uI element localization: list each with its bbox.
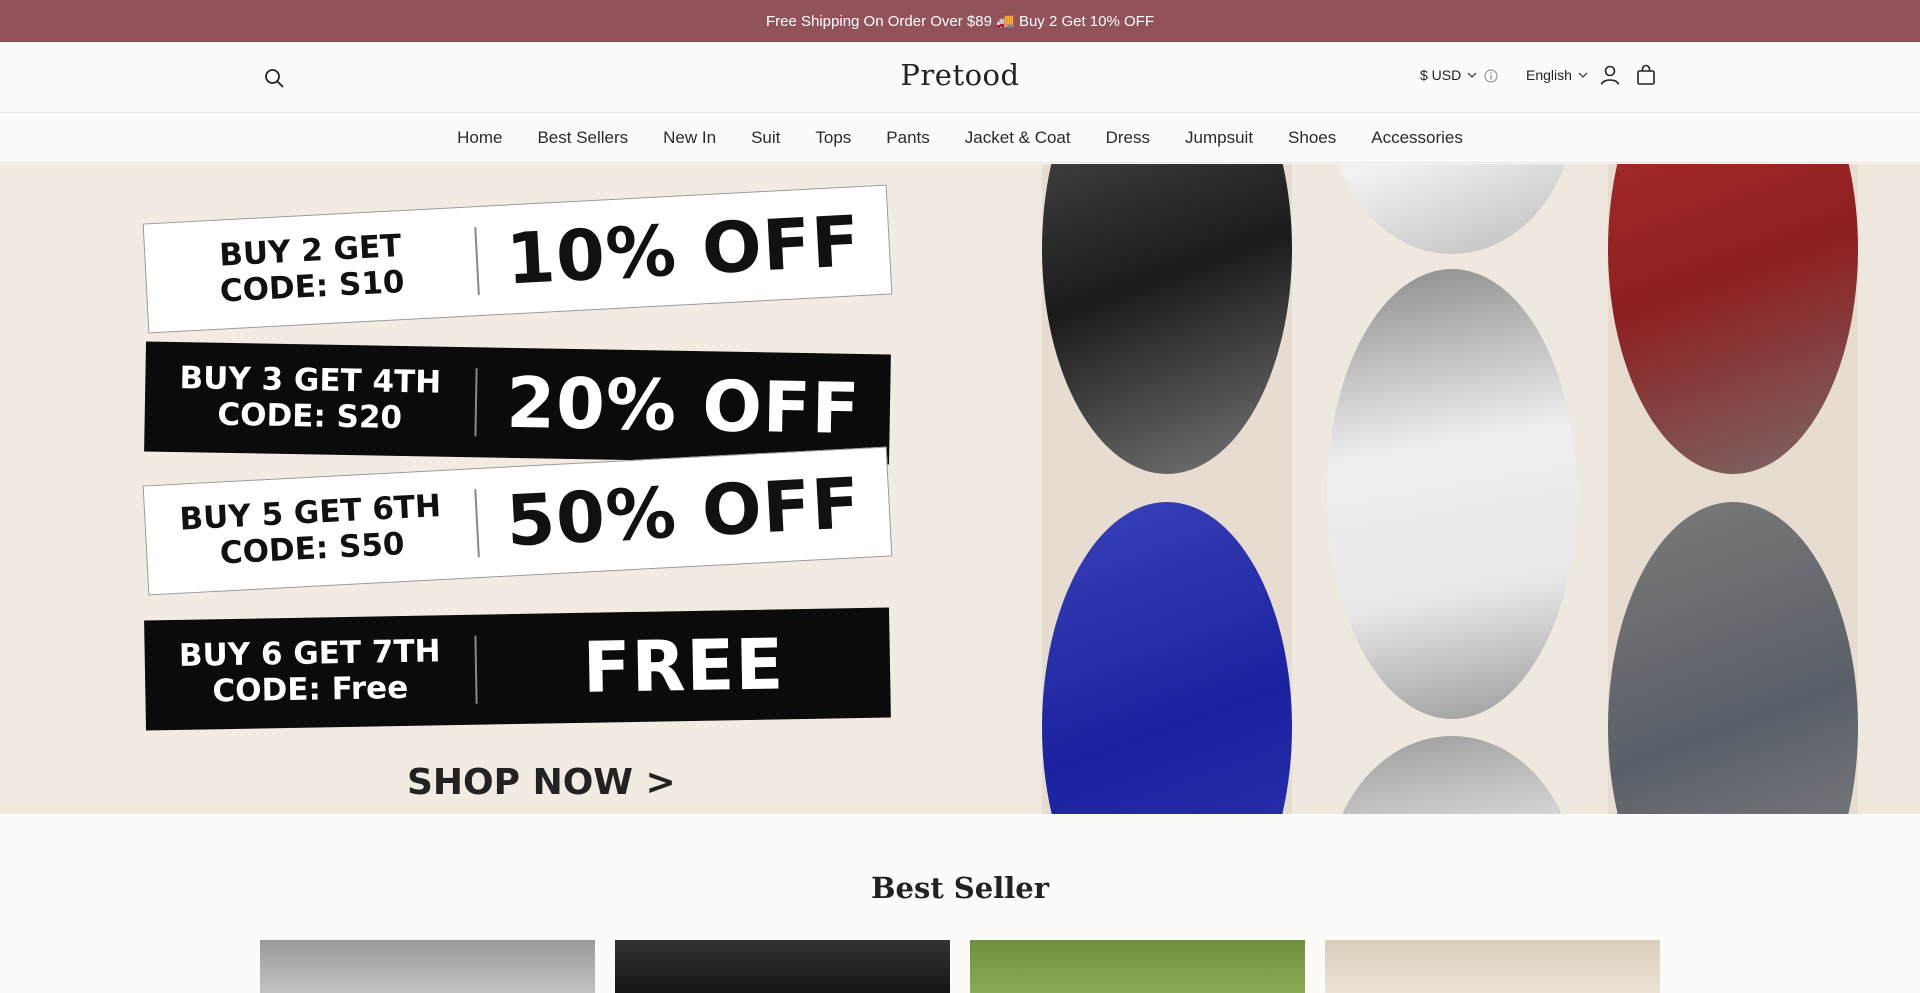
- product-image-red-set: [1608, 164, 1858, 474]
- site-header: Pretood $ USD English: [0, 42, 1920, 113]
- collage-column: [1042, 164, 1292, 814]
- offer-strip: BUY 5 GET 6TH CODE: S50 50% OFF: [142, 446, 893, 596]
- offer-code: BUY 5 GET 6TH CODE: S50: [178, 488, 442, 572]
- currency-label: $ USD: [1420, 67, 1462, 83]
- product-image-black-set: [1042, 164, 1292, 474]
- offer-strip: BUY 6 GET 7TH CODE: Free FREE: [144, 607, 891, 731]
- site-logo[interactable]: Pretood: [0, 58, 1920, 92]
- nav-item-jacket-coat[interactable]: Jacket & Coat: [947, 128, 1088, 148]
- best-seller-heading: Best Seller: [871, 871, 1049, 905]
- hero-banner[interactable]: BUY 2 GET CODE: S10 10% OFF BUY 3 GET 4T…: [0, 164, 1920, 814]
- promo-panel: BUY 2 GET CODE: S10 10% OFF BUY 3 GET 4T…: [0, 164, 1040, 814]
- nav-item-suit[interactable]: Suit: [734, 128, 798, 148]
- product-image-blue-set: [1042, 502, 1292, 814]
- offer-discount: 10% OFF: [504, 200, 863, 301]
- product-card[interactable]: [970, 940, 1305, 993]
- offer-code: BUY 3 GET 4TH CODE: S20: [179, 360, 442, 436]
- nav-item-dress[interactable]: Dress: [1088, 128, 1167, 148]
- product-image-white-set: [1327, 269, 1577, 719]
- offer-strip: BUY 3 GET 4TH CODE: S20 20% OFF: [144, 341, 891, 465]
- announcement-bar: Free Shipping On Order Over $89 🚚 Buy 2 …: [0, 0, 1920, 42]
- shop-now-link[interactable]: SHOP NOW >: [407, 762, 676, 803]
- offer-discount: FREE: [582, 623, 785, 709]
- product-collage: [1040, 164, 1920, 814]
- offer-discount: 20% OFF: [505, 361, 862, 450]
- product-image-grey-set: [1608, 502, 1858, 814]
- offer-code: BUY 6 GET 7TH CODE: Free: [178, 633, 441, 710]
- chevron-down-icon: [1467, 72, 1477, 78]
- product-grid: [260, 940, 1660, 993]
- product-image-white-set: [1327, 164, 1577, 254]
- cart-icon[interactable]: [1635, 64, 1657, 91]
- main-nav: Home Best Sellers New In Suit Tops Pants…: [0, 113, 1920, 163]
- info-icon[interactable]: [1484, 69, 1498, 88]
- nav-item-jumpsuit[interactable]: Jumpsuit: [1168, 128, 1271, 148]
- language-label: English: [1526, 67, 1572, 83]
- nav-item-home[interactable]: Home: [440, 128, 520, 148]
- offer-strip: BUY 2 GET CODE: S10 10% OFF: [142, 184, 893, 334]
- product-card[interactable]: [1325, 940, 1660, 993]
- announcement-text: Free Shipping On Order Over $89 🚚 Buy 2 …: [765, 13, 1154, 30]
- nav-item-tops[interactable]: Tops: [798, 128, 869, 148]
- nav-item-best-sellers[interactable]: Best Sellers: [520, 128, 646, 148]
- collage-column: [1608, 164, 1858, 814]
- language-selector[interactable]: English: [1526, 67, 1588, 83]
- offer-discount: 50% OFF: [504, 462, 863, 563]
- nav-item-pants[interactable]: Pants: [869, 128, 947, 148]
- collage-column: [1327, 164, 1577, 814]
- nav-item-shoes[interactable]: Shoes: [1271, 128, 1354, 148]
- account-icon[interactable]: [1599, 64, 1621, 91]
- currency-selector[interactable]: $ USD: [1420, 67, 1477, 83]
- product-image-white-set: [1327, 736, 1577, 814]
- nav-item-accessories[interactable]: Accessories: [1354, 128, 1481, 148]
- nav-item-new-in[interactable]: New In: [646, 128, 734, 148]
- product-card[interactable]: [615, 940, 950, 993]
- chevron-down-icon: [1578, 72, 1588, 78]
- offer-code: BUY 2 GET CODE: S10: [218, 228, 406, 310]
- product-card[interactable]: [260, 940, 595, 993]
